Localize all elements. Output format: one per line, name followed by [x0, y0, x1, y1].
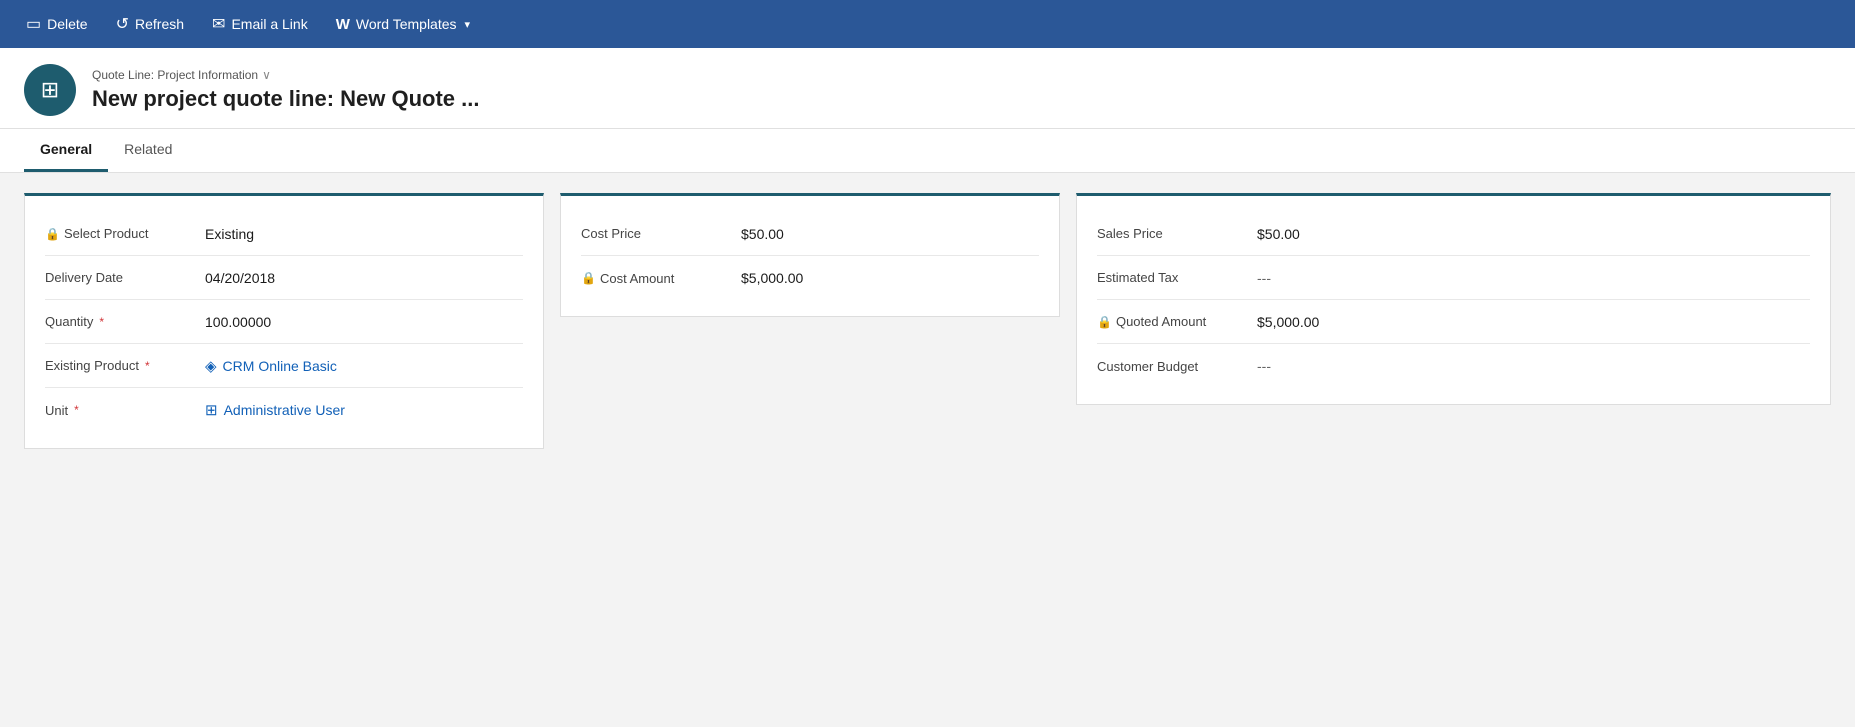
field-quantity: Quantity * 100.00000	[45, 300, 523, 344]
value-cost-amount: $5,000.00	[741, 270, 1039, 286]
word-templates-button[interactable]: W Word Templates ▾	[326, 10, 480, 39]
cube-icon: ◈	[205, 357, 217, 375]
chevron-down-icon: ▾	[465, 18, 471, 31]
field-cost-amount: 🔒 Cost Amount $5,000.00	[581, 256, 1039, 300]
tab-related[interactable]: Related	[108, 129, 188, 172]
required-star-product: *	[145, 359, 150, 373]
email-label: Email a Link	[231, 16, 307, 32]
value-customer-budget: ---	[1257, 358, 1810, 374]
delete-label: Delete	[47, 16, 87, 32]
field-select-product: 🔒 Select Product Existing	[45, 212, 523, 256]
value-unit[interactable]: ⊞ Administrative User	[205, 401, 523, 419]
value-delivery-date[interactable]: 04/20/2018	[205, 270, 523, 286]
value-cost-price: $50.00	[741, 226, 1039, 242]
value-sales-price: $50.00	[1257, 226, 1810, 242]
field-unit: Unit * ⊞ Administrative User	[45, 388, 523, 432]
field-delivery-date: Delivery Date 04/20/2018	[45, 256, 523, 300]
tabs-bar: General Related	[0, 129, 1855, 173]
card-mid-body: Cost Price $50.00 🔒 Cost Amount $5,000.0…	[561, 196, 1059, 316]
entity-icon: ⊞	[24, 64, 76, 116]
breadcrumb-text: Quote Line: Project Information	[92, 68, 258, 82]
label-quoted-amount: 🔒 Quoted Amount	[1097, 314, 1257, 329]
main-content: 🔒 Select Product Existing Delivery Date …	[0, 173, 1855, 727]
card-left-body: 🔒 Select Product Existing Delivery Date …	[25, 196, 543, 448]
label-existing-product: Existing Product *	[45, 358, 205, 373]
required-star-quantity: *	[99, 315, 104, 329]
card-right-body: Sales Price $50.00 Estimated Tax --- 🔒 Q…	[1077, 196, 1830, 404]
page-header: ⊞ Quote Line: Project Information ∨ New …	[0, 48, 1855, 129]
label-cost-amount: 🔒 Cost Amount	[581, 271, 741, 286]
grid-icon: ⊞	[205, 401, 218, 419]
field-estimated-tax: Estimated Tax ---	[1097, 256, 1810, 300]
field-quoted-amount: 🔒 Quoted Amount $5,000.00	[1097, 300, 1810, 344]
lock-icon: 🔒	[45, 227, 60, 241]
field-customer-budget: Customer Budget ---	[1097, 344, 1810, 388]
delete-icon: ▭	[26, 14, 41, 34]
delete-button[interactable]: ▭ Delete	[16, 8, 98, 40]
field-sales-price: Sales Price $50.00	[1097, 212, 1810, 256]
header-text: Quote Line: Project Information ∨ New pr…	[92, 68, 479, 112]
refresh-icon: ↺	[116, 14, 129, 34]
label-estimated-tax: Estimated Tax	[1097, 270, 1257, 285]
label-delivery-date: Delivery Date	[45, 270, 205, 285]
label-select-product: 🔒 Select Product	[45, 226, 205, 241]
field-existing-product: Existing Product * ◈ CRM Online Basic	[45, 344, 523, 388]
label-customer-budget: Customer Budget	[1097, 359, 1257, 374]
value-existing-product[interactable]: ◈ CRM Online Basic	[205, 357, 523, 375]
label-quantity: Quantity *	[45, 314, 205, 329]
label-sales-price: Sales Price	[1097, 226, 1257, 241]
lock-icon-quoted: 🔒	[1097, 315, 1112, 329]
breadcrumb[interactable]: Quote Line: Project Information ∨	[92, 68, 479, 82]
value-select-product: Existing	[205, 226, 523, 242]
card-mid: Cost Price $50.00 🔒 Cost Amount $5,000.0…	[560, 193, 1060, 317]
refresh-button[interactable]: ↺ Refresh	[106, 8, 194, 40]
tab-general[interactable]: General	[24, 129, 108, 172]
cards-row: 🔒 Select Product Existing Delivery Date …	[24, 193, 1831, 449]
label-cost-price: Cost Price	[581, 226, 741, 241]
refresh-label: Refresh	[135, 16, 184, 32]
toolbar: ▭ Delete ↺ Refresh ✉ Email a Link W Word…	[0, 0, 1855, 48]
value-estimated-tax: ---	[1257, 270, 1810, 286]
label-unit: Unit *	[45, 403, 205, 418]
value-quoted-amount: $5,000.00	[1257, 314, 1810, 330]
email-link-button[interactable]: ✉ Email a Link	[202, 8, 318, 40]
word-icon: W	[336, 16, 350, 33]
card-right: Sales Price $50.00 Estimated Tax --- 🔒 Q…	[1076, 193, 1831, 405]
page-title: New project quote line: New Quote ...	[92, 86, 479, 112]
required-star-unit: *	[74, 403, 79, 417]
email-icon: ✉	[212, 14, 225, 34]
breadcrumb-arrow-icon: ∨	[262, 68, 271, 82]
entity-icon-symbol: ⊞	[41, 77, 59, 103]
card-left: 🔒 Select Product Existing Delivery Date …	[24, 193, 544, 449]
value-quantity[interactable]: 100.00000	[205, 314, 523, 330]
field-cost-price: Cost Price $50.00	[581, 212, 1039, 256]
word-templates-label: Word Templates	[356, 16, 457, 32]
lock-icon-cost: 🔒	[581, 271, 596, 285]
